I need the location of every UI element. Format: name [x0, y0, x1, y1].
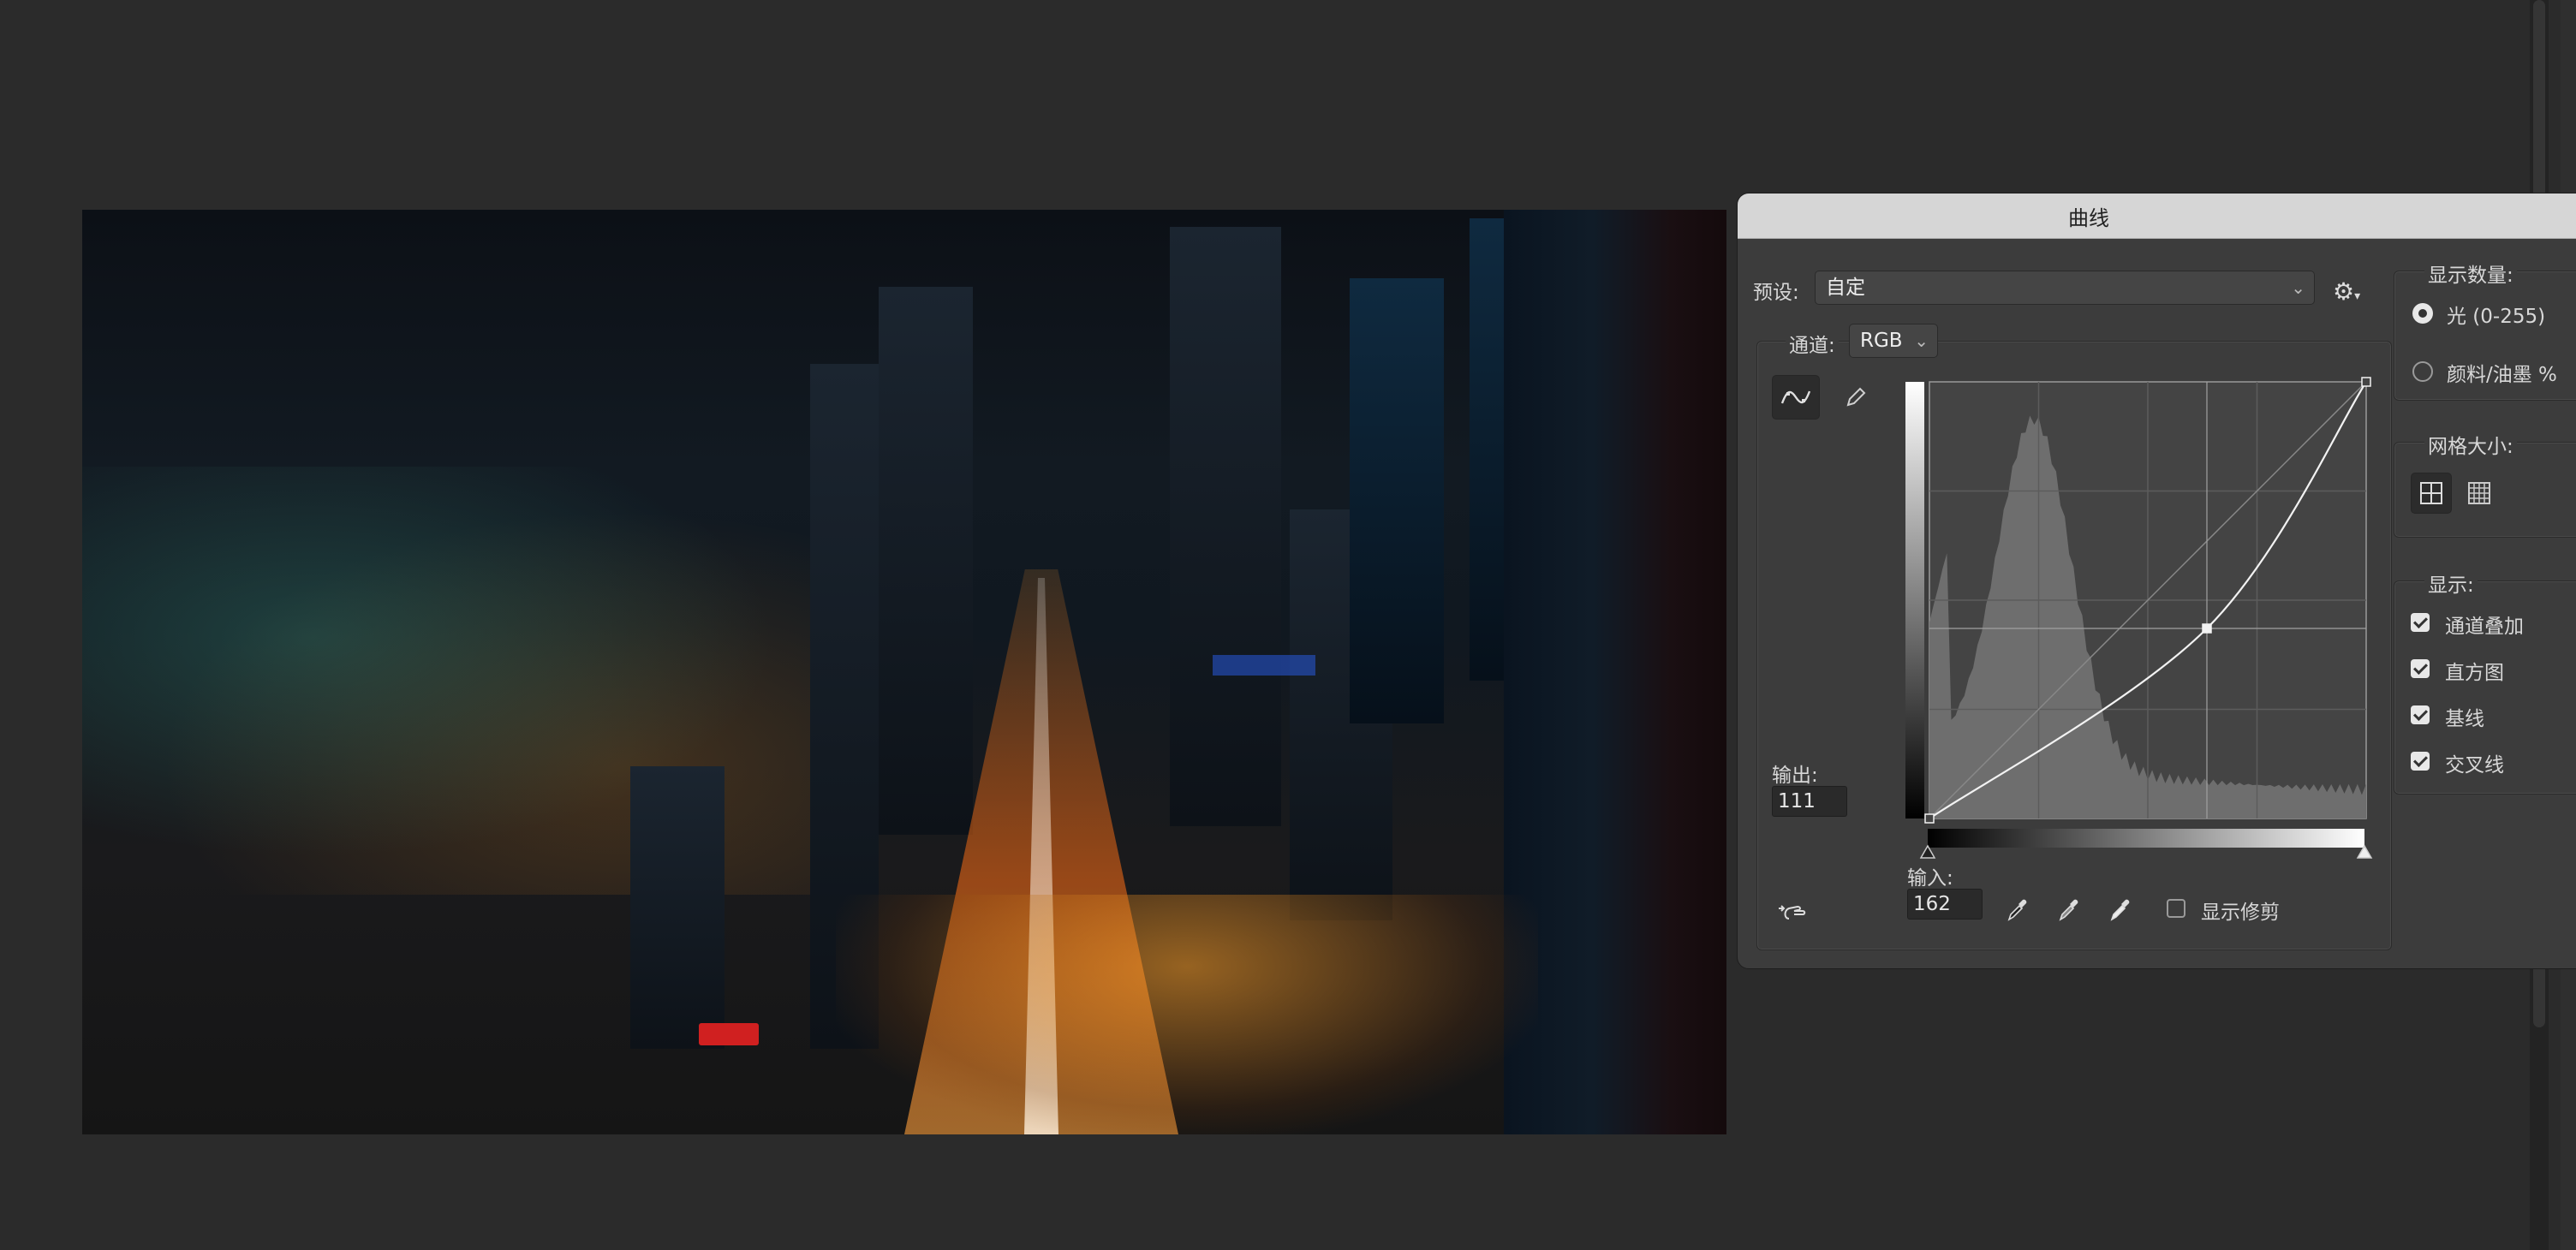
dialog-title: 曲线: [2068, 205, 2109, 230]
baseline-checkbox[interactable]: [2411, 705, 2430, 724]
detailed-grid-button[interactable]: [2459, 473, 2500, 514]
simple-grid-icon: [2420, 482, 2442, 504]
light-0-255-label: 光 (0-255): [2447, 306, 2546, 328]
gear-icon[interactable]: ⚙▾: [2333, 277, 2360, 306]
black-point-slider[interactable]: [1919, 844, 1936, 859]
channel-dropdown[interactable]: RGB ⌄: [1849, 324, 1938, 358]
intersection-line-label: 交叉线: [2445, 754, 2504, 777]
show-label: 显示:: [2424, 568, 2478, 598]
chevron-down-icon: ⌄: [2291, 277, 2305, 298]
city-lights-area: [82, 467, 853, 895]
histogram-checkbox[interactable]: [2411, 659, 2430, 678]
show-clipping-label: 显示修剪: [2201, 902, 2280, 924]
pencil-tool-button[interactable]: [1832, 375, 1880, 420]
output-gradient-bar: [1905, 382, 1924, 818]
show-clipping-checkbox[interactable]: [2167, 899, 2185, 918]
white-eyedropper-icon: [2110, 899, 2130, 921]
curve-edit-tool-button[interactable]: [1772, 375, 1820, 420]
black-point-eyedropper-button[interactable]: [2001, 894, 2032, 925]
white-point-slider[interactable]: [2356, 844, 2373, 859]
intersection-line-checkbox[interactable]: [2411, 752, 2430, 771]
curve-control-point[interactable]: [2202, 623, 2212, 634]
output-label: 输出:: [1772, 765, 1818, 787]
grid-size-label: 网格大小:: [2424, 430, 2517, 459]
histogram-label: 直方图: [2445, 662, 2504, 684]
input-label: 输入:: [1907, 867, 1953, 890]
skyscraper: [1170, 227, 1281, 826]
channel-overlays-checkbox[interactable]: [2411, 613, 2430, 632]
skyscraper: [1350, 278, 1444, 723]
curves-dialog: 曲线 预设: 自定 ⌄ ⚙▾ 通道: RGB ⌄ 输出: 111 输入: 162…: [1737, 193, 2576, 969]
pigment-ink-label: 颜料/油墨 %: [2447, 364, 2557, 386]
preset-value: 自定: [1826, 277, 1865, 299]
detailed-grid-icon: [2468, 482, 2490, 504]
input-field[interactable]: 162: [1907, 889, 1983, 920]
on-image-adjust-tool-button[interactable]: [1768, 889, 1816, 933]
simple-grid-button[interactable]: [2411, 473, 2452, 514]
preset-label: 预设:: [1753, 282, 1799, 304]
document-canvas-photo[interactable]: [82, 210, 1726, 1134]
curve-control-point[interactable]: [1924, 813, 1935, 824]
on-image-adjust-icon: [1779, 905, 1806, 920]
input-gradient-bar: [1928, 829, 2364, 848]
channel-value: RGB: [1860, 330, 1903, 352]
pigment-ink-radio[interactable]: [2412, 361, 2433, 382]
toyota-sign: [699, 1023, 759, 1045]
dialog-title-bar[interactable]: 曲线: [1738, 193, 2576, 239]
black-eyedropper-icon: [2007, 899, 2027, 921]
gray-point-eyedropper-button[interactable]: [2053, 894, 2084, 925]
interchange-lights: [836, 895, 1538, 1134]
curve-control-point[interactable]: [2361, 377, 2371, 387]
display-amount-label: 显示数量:: [2424, 259, 2517, 288]
channel-label: 通道:: [1786, 329, 1839, 358]
curves-graph[interactable]: [1905, 373, 2385, 870]
building: [630, 766, 724, 1049]
dusit-sign: [1213, 655, 1315, 676]
preset-dropdown[interactable]: 自定 ⌄: [1815, 271, 2315, 305]
light-0-255-radio[interactable]: [2412, 303, 2433, 324]
curve-edit-icon: [1780, 390, 1811, 404]
gray-eyedropper-icon: [2059, 899, 2078, 921]
output-field[interactable]: 111: [1772, 786, 1847, 817]
pencil-icon: [1846, 387, 1866, 407]
chevron-down-icon: ⌄: [1914, 330, 1929, 351]
channel-overlays-label: 通道叠加: [2445, 616, 2524, 638]
baseline-label: 基线: [2445, 708, 2484, 730]
white-point-eyedropper-button[interactable]: [2104, 894, 2135, 925]
skyscraper: [879, 287, 973, 835]
